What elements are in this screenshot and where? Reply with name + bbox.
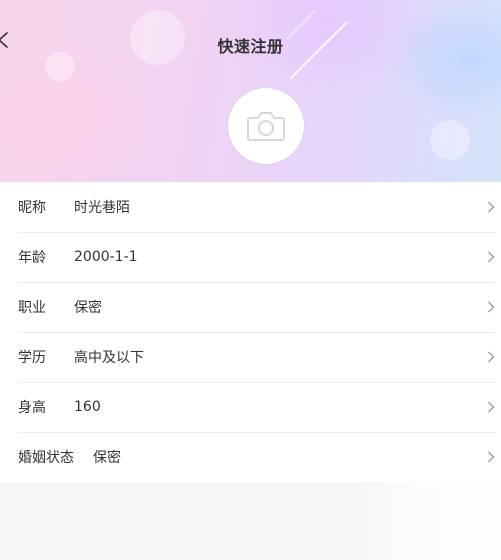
registration-form: 昵称 时光巷陌 年龄 2000-1-1 职业 保密 学历 高中及以下 身高 16…	[0, 182, 501, 482]
background-decoration	[340, 482, 501, 560]
header-banner: 快速注册	[0, 0, 501, 182]
row-label: 昵称	[18, 200, 46, 216]
row-label: 学历	[18, 350, 46, 366]
chevron-right-icon	[488, 451, 495, 463]
row-age[interactable]: 年龄 2000-1-1	[0, 232, 501, 282]
row-value: 保密	[93, 450, 121, 466]
row-height[interactable]: 身高 160	[0, 382, 501, 432]
row-marital-status[interactable]: 婚姻状态 保密	[0, 432, 501, 482]
bokeh-decoration	[430, 120, 470, 160]
row-label: 年龄	[18, 250, 46, 266]
page-title: 快速注册	[217, 37, 284, 56]
row-education[interactable]: 学历 高中及以下	[0, 332, 501, 382]
avatar-upload-button[interactable]	[228, 88, 304, 164]
row-label: 职业	[18, 300, 46, 316]
row-value: 高中及以下	[74, 350, 144, 366]
chevron-right-icon	[488, 401, 495, 413]
row-value: 2000-1-1	[74, 249, 138, 265]
row-label: 身高	[18, 400, 46, 416]
row-value: 160	[74, 399, 101, 415]
row-nickname[interactable]: 昵称 时光巷陌	[0, 182, 501, 232]
chevron-right-icon	[488, 351, 495, 363]
row-value: 保密	[74, 300, 102, 316]
chevron-right-icon	[488, 301, 495, 313]
row-label: 婚姻状态	[18, 450, 74, 466]
row-value: 时光巷陌	[74, 200, 130, 216]
chevron-right-icon	[488, 201, 495, 213]
row-occupation[interactable]: 职业 保密	[0, 282, 501, 332]
chevron-right-icon	[488, 251, 495, 263]
camera-icon	[247, 112, 285, 141]
